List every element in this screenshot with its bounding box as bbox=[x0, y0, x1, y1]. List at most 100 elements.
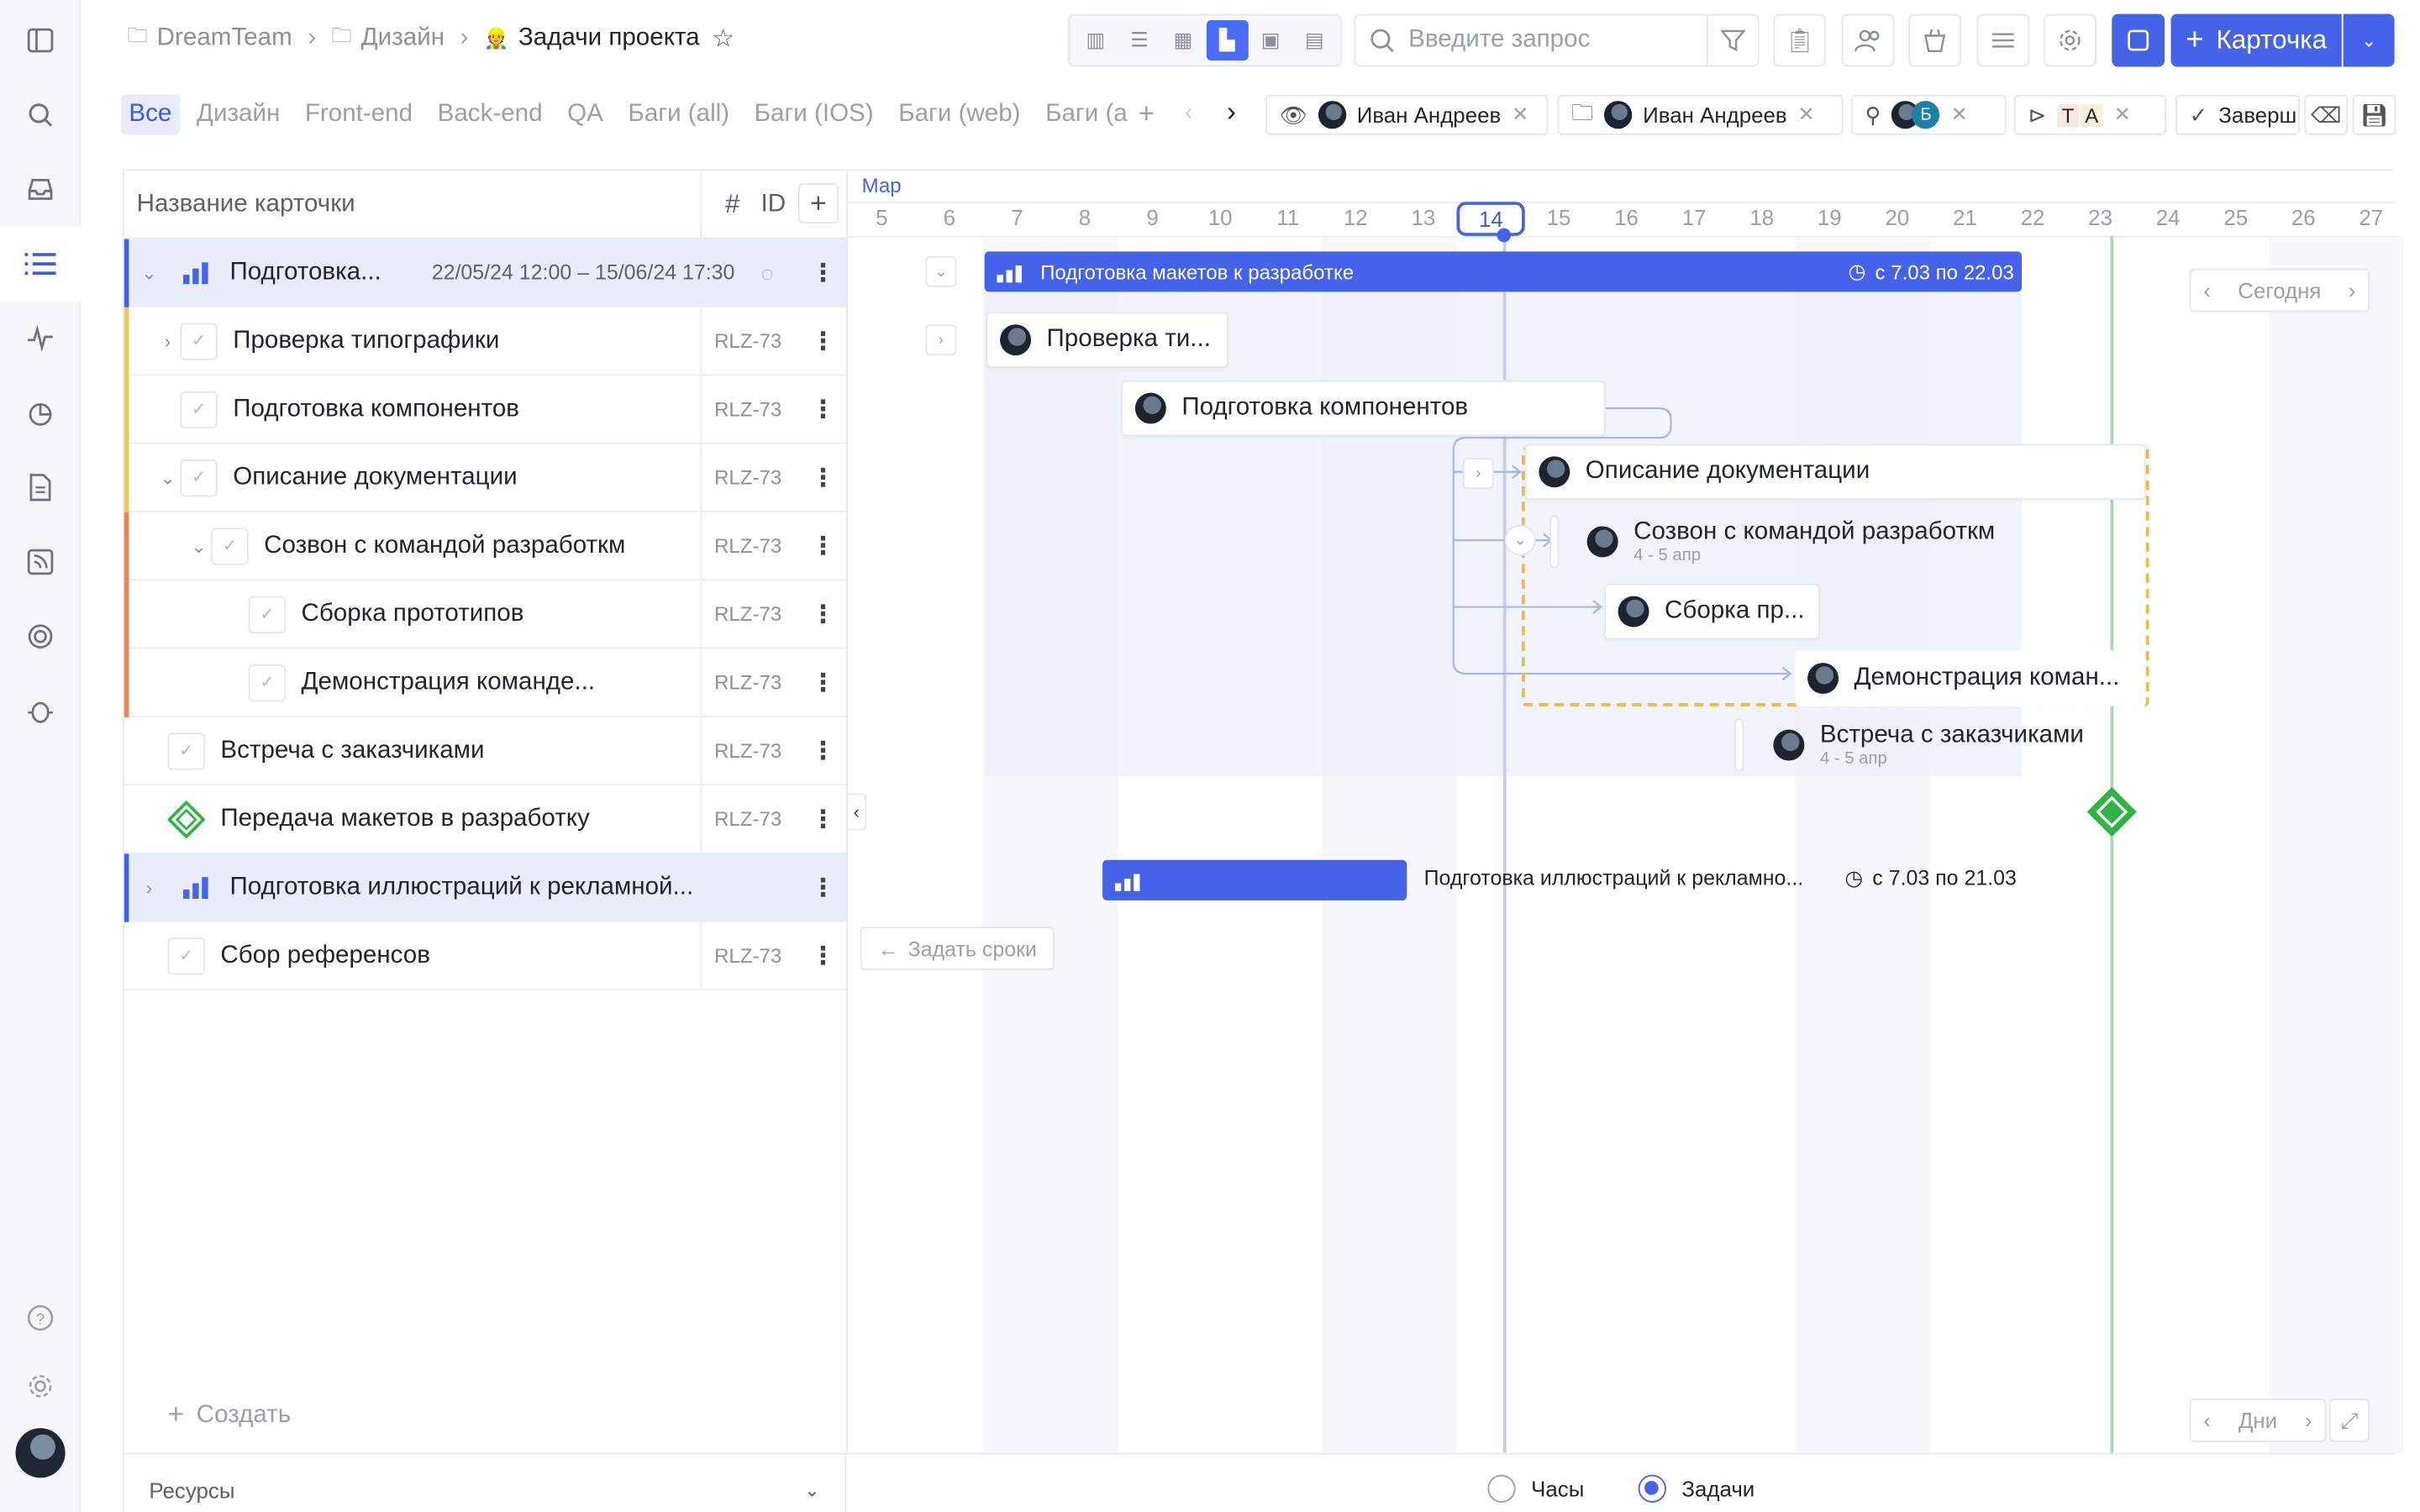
today-button[interactable]: Сегодня bbox=[2238, 278, 2321, 303]
list-item[interactable]: ✓ Встреча с заказчиками RLZ-73 ⋮ bbox=[124, 717, 847, 786]
gantt-task[interactable]: Созвон с командой разработкм 4 - 5 апр bbox=[1575, 511, 2040, 573]
milestone-marker[interactable] bbox=[2086, 785, 2139, 838]
search-icon[interactable] bbox=[22, 97, 59, 134]
adjust-button[interactable] bbox=[1976, 13, 2030, 67]
collapse-button[interactable]: ⌄ bbox=[1504, 524, 1536, 556]
tab-frontend[interactable]: Front-end bbox=[297, 95, 421, 135]
filter-chip-tags[interactable]: ⊳ Т А ✕ bbox=[2013, 94, 2166, 135]
comment-icon[interactable]: ◌ bbox=[761, 260, 774, 286]
checkbox[interactable]: ✓ bbox=[248, 595, 287, 633]
expand-button[interactable]: › bbox=[1462, 458, 1494, 490]
list-view-icon[interactable] bbox=[0, 226, 82, 302]
activity-icon[interactable] bbox=[22, 320, 59, 357]
chevron-right-icon[interactable]: › bbox=[137, 876, 162, 898]
timeline-view-icon[interactable]: ▤ bbox=[1293, 20, 1335, 60]
resize-handle[interactable] bbox=[1734, 718, 1744, 772]
list-item[interactable]: ✓ Сбор референсов RLZ-73 ⋮ bbox=[124, 921, 847, 991]
radio[interactable] bbox=[1638, 1474, 1666, 1503]
tab-bugs-ios[interactable]: Баги (IOS) bbox=[746, 95, 881, 135]
create-card-link[interactable]: + Создать bbox=[168, 1399, 292, 1431]
scale-label[interactable]: Дни bbox=[2238, 1408, 2277, 1433]
resize-handle[interactable] bbox=[1549, 515, 1560, 569]
tasks-option[interactable]: Задачи bbox=[1638, 1474, 1754, 1503]
clear-filters-button[interactable]: ⌫ bbox=[2304, 94, 2349, 135]
set-dates-button[interactable]: ← Задать сроки bbox=[860, 927, 1055, 970]
breadcrumb-folder[interactable]: Дизайн bbox=[361, 25, 445, 53]
list-item[interactable]: ⌄ ✓ Созвон с командой разработкм RLZ-73 … bbox=[124, 512, 847, 581]
chevron-right-icon[interactable]: › bbox=[155, 330, 181, 352]
more-icon[interactable]: ⋮ bbox=[811, 325, 836, 356]
list-item[interactable]: Передача макетов в разработку RLZ-73 ⋮ bbox=[124, 785, 847, 854]
members-button[interactable] bbox=[1841, 13, 1895, 67]
filter-chip-watcher[interactable]: 👁︎ Иван Андреев ✕ bbox=[1265, 94, 1549, 135]
archive-button[interactable] bbox=[1908, 13, 1962, 67]
add-tab-icon[interactable]: + bbox=[1139, 97, 1155, 130]
more-icon[interactable]: ⋮ bbox=[811, 530, 836, 561]
list-item[interactable]: ✓ Подготовка компонентов RLZ-73 ⋮ bbox=[124, 375, 847, 444]
gantt-task[interactable]: Описание документации bbox=[1524, 444, 2146, 501]
filter-chip-owner[interactable]: 🗀 Иван Андреев ✕ bbox=[1557, 94, 1844, 135]
more-icon[interactable]: ⋮ bbox=[811, 667, 836, 698]
reports-icon[interactable] bbox=[22, 394, 59, 431]
feed-icon[interactable] bbox=[22, 543, 59, 580]
chevron-left-icon[interactable]: ‹ bbox=[2203, 278, 2211, 303]
tab-design[interactable]: Дизайн bbox=[189, 95, 288, 135]
checkbox[interactable]: ✓ bbox=[211, 527, 249, 564]
create-options-button[interactable]: ⌄ bbox=[2343, 13, 2395, 67]
more-icon[interactable]: ⋮ bbox=[811, 872, 836, 903]
inbox-icon[interactable] bbox=[22, 171, 59, 207]
chevron-left-icon[interactable]: ‹ bbox=[2203, 1408, 2211, 1433]
panel-toggle-icon[interactable] bbox=[22, 22, 59, 59]
chevron-right-icon[interactable]: › bbox=[2305, 1408, 2312, 1433]
more-icon[interactable]: ⋮ bbox=[811, 393, 836, 424]
list-item[interactable]: ⌄ Подготовка... 22/05/24 12:00 – 15/06/2… bbox=[124, 239, 847, 307]
more-icon[interactable]: ⋮ bbox=[811, 735, 836, 766]
list-item[interactable]: ⌄ ✓ Описание документации RLZ-73 ⋮ bbox=[124, 444, 847, 512]
breadcrumb-team[interactable]: DreamTeam bbox=[157, 25, 292, 53]
user-avatar[interactable] bbox=[15, 1428, 66, 1478]
add-column-button[interactable]: + bbox=[797, 183, 839, 224]
chevron-down-icon[interactable]: ⌄ bbox=[155, 466, 181, 488]
goals-icon[interactable] bbox=[22, 618, 59, 655]
tab-all[interactable]: Все bbox=[121, 94, 180, 135]
more-icon[interactable]: ⋮ bbox=[811, 257, 836, 288]
project-bar[interactable] bbox=[1102, 859, 1407, 900]
list-view-icon[interactable]: ☰ bbox=[1118, 20, 1160, 60]
checkbox[interactable]: ✓ bbox=[248, 664, 287, 701]
star-icon[interactable]: ☆ bbox=[712, 24, 734, 55]
calendar-view-icon[interactable]: ▣ bbox=[1249, 20, 1292, 60]
clipboard-button[interactable]: 📋︎ bbox=[1773, 13, 1827, 67]
list-item[interactable]: › ✓ Проверка типографики RLZ-73 ⋮ bbox=[124, 307, 847, 376]
more-icon[interactable]: ⋮ bbox=[811, 598, 836, 629]
checkbox[interactable]: ✓ bbox=[180, 390, 218, 428]
tab-bugs-a[interactable]: Баги (a bbox=[1038, 95, 1128, 135]
close-icon[interactable]: ✕ bbox=[1512, 102, 1528, 128]
save-filters-button[interactable]: 💾︎ bbox=[2352, 94, 2396, 135]
gantt-view-icon[interactable]: ▙ bbox=[1206, 20, 1249, 61]
more-icon[interactable]: ⋮ bbox=[811, 462, 836, 493]
chevron-down-icon[interactable]: ⌄ bbox=[187, 535, 212, 557]
close-icon[interactable]: ✕ bbox=[1798, 102, 1815, 128]
checkbox[interactable]: ✓ bbox=[167, 937, 205, 974]
chevron-right-icon[interactable]: › bbox=[2349, 278, 2356, 303]
chevron-down-icon[interactable]: ⌄ bbox=[137, 261, 162, 283]
tab-bugs-all[interactable]: Баги (all) bbox=[620, 95, 737, 135]
filter-button[interactable] bbox=[1706, 13, 1760, 67]
create-card-button[interactable]: + Карточка bbox=[2170, 13, 2342, 67]
settings-button[interactable] bbox=[2043, 13, 2096, 67]
close-icon[interactable]: ✕ bbox=[2114, 102, 2131, 128]
more-icon[interactable]: ⋮ bbox=[811, 803, 836, 834]
tab-qa[interactable]: QA bbox=[560, 95, 611, 135]
checkbox[interactable]: ✓ bbox=[167, 732, 205, 769]
tabs-next-icon[interactable]: › bbox=[1227, 97, 1236, 129]
document-icon[interactable] bbox=[22, 469, 59, 506]
grid-view-icon[interactable]: ▦ bbox=[1162, 20, 1204, 60]
list-item[interactable]: ✓ Демонстрация команде... RLZ-73 ⋮ bbox=[124, 648, 847, 717]
settings-icon[interactable] bbox=[22, 1368, 59, 1404]
collapse-list-icon[interactable]: ‹ bbox=[848, 793, 867, 831]
checkbox[interactable]: ✓ bbox=[180, 459, 218, 496]
gantt-task[interactable]: Встреча с заказчиками 4 - 5 апр bbox=[1761, 714, 2118, 776]
hours-option[interactable]: Часы bbox=[1487, 1474, 1584, 1503]
filter-chip-members[interactable]: ⚲ Б ✕ bbox=[1850, 94, 2007, 135]
board-view-icon[interactable]: ▥ bbox=[1075, 20, 1117, 60]
